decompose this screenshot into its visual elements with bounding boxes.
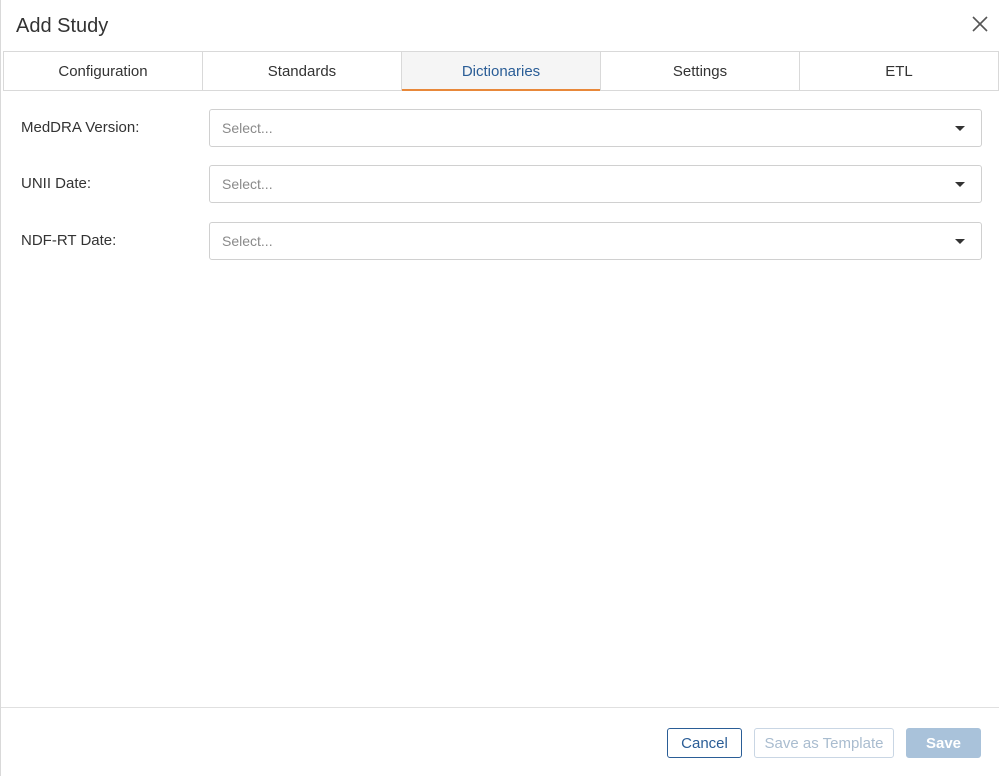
- tab-dictionaries[interactable]: Dictionaries: [402, 52, 601, 91]
- dialog-header: Add Study: [1, 0, 999, 51]
- form-row-ndf-rt-date: NDF-RT Date: Select...: [21, 222, 982, 260]
- tab-etl[interactable]: ETL: [800, 52, 998, 90]
- ndf-rt-date-select[interactable]: Select...: [209, 222, 982, 260]
- ndf-rt-date-placeholder: Select...: [222, 233, 273, 249]
- dialog-title: Add Study: [16, 15, 109, 37]
- add-study-dialog: Add Study Configuration Standards Dictio…: [0, 0, 999, 776]
- caret-down-icon: [955, 182, 965, 187]
- cancel-button[interactable]: Cancel: [667, 728, 742, 758]
- tab-settings[interactable]: Settings: [601, 52, 800, 90]
- save-button[interactable]: Save: [906, 728, 981, 758]
- unii-date-select[interactable]: Select...: [209, 165, 982, 203]
- close-icon: [972, 16, 988, 32]
- footer-divider: [1, 707, 999, 708]
- form-row-unii-date: UNII Date: Select...: [21, 165, 982, 203]
- save-as-template-button[interactable]: Save as Template: [754, 728, 894, 758]
- form-row-meddra-version: MedDRA Version: Select...: [21, 109, 982, 147]
- caret-down-icon: [955, 126, 965, 131]
- caret-down-icon: [955, 239, 965, 244]
- meddra-version-select[interactable]: Select...: [209, 109, 982, 147]
- unii-date-label: UNII Date:: [21, 175, 92, 192]
- close-button[interactable]: [970, 14, 990, 34]
- tab-bar: Configuration Standards Dictionaries Set…: [3, 51, 999, 91]
- ndf-rt-date-label: NDF-RT Date:: [21, 232, 117, 249]
- unii-date-placeholder: Select...: [222, 176, 273, 192]
- meddra-version-label: MedDRA Version:: [21, 119, 140, 136]
- meddra-version-placeholder: Select...: [222, 120, 273, 136]
- tab-configuration[interactable]: Configuration: [4, 52, 203, 90]
- tab-standards[interactable]: Standards: [203, 52, 402, 90]
